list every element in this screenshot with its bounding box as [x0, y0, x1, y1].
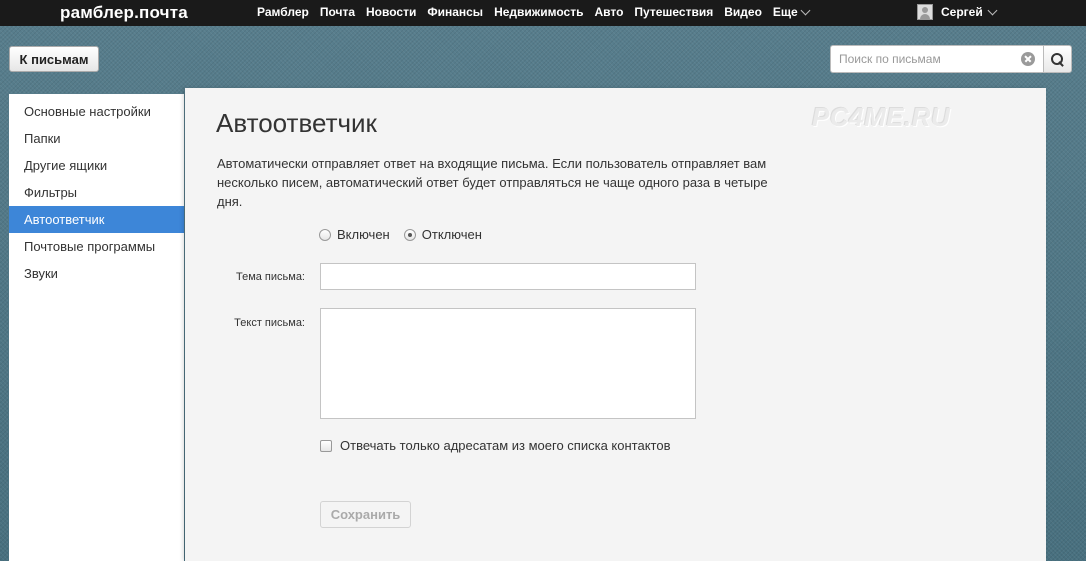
watermark: PC4ME.RU [812, 102, 951, 132]
nav-item-rambler[interactable]: Рамблер [257, 5, 309, 19]
sidebar-item-general[interactable]: Основные настройки [9, 98, 184, 125]
nav-item-travel[interactable]: Путешествия [634, 5, 713, 19]
body-label: Текст письма: [234, 317, 305, 329]
nav-item-realty[interactable]: Недвижимость [494, 5, 583, 19]
status-radio-group: Включен Отключен [319, 227, 482, 242]
radio-off[interactable] [403, 228, 416, 241]
top-bar: рамблер.почта Рамблер Почта Новости Фина… [0, 0, 1086, 26]
search-input[interactable] [830, 45, 1043, 73]
page-title: Автоответчик [216, 108, 377, 138]
contacts-only-option[interactable]: Отвечать только адресатам из моего списк… [320, 438, 670, 453]
user-name-label: Сергей [941, 5, 983, 19]
chevron-down-icon [987, 5, 998, 15]
radio-option-off[interactable]: Отключен [403, 227, 482, 242]
nav-item-video[interactable]: Видео [724, 5, 762, 19]
search-button[interactable] [1043, 45, 1072, 73]
description: Автоматически отправляет ответ на входящ… [217, 156, 768, 209]
avatar [917, 4, 933, 20]
subject-field[interactable] [320, 263, 696, 290]
radio-on-label: Включен [337, 227, 390, 242]
body-field[interactable] [320, 308, 696, 419]
sidebar-item-mail-programs[interactable]: Почтовые программы [9, 233, 184, 260]
save-button[interactable]: Сохранить [320, 501, 411, 528]
radio-off-label: Отключен [421, 227, 482, 242]
chevron-down-icon [800, 5, 811, 15]
nav-more-label: Еще [772, 5, 798, 19]
radio-on[interactable] [319, 228, 331, 241]
sidebar-item-folders[interactable]: Папки [9, 125, 184, 152]
sidebar-item-filters[interactable]: Фильтры [9, 179, 184, 206]
logo[interactable]: рамблер.почта [60, 3, 188, 23]
user-menu[interactable]: Сергей [917, 4, 998, 20]
sidebar-item-sounds[interactable]: Звуки [9, 260, 184, 287]
subject-label: Тема письма: [235, 271, 305, 283]
contacts-only-checkbox[interactable] [320, 439, 332, 452]
clear-icon[interactable] [1021, 52, 1035, 66]
search-icon [1050, 52, 1065, 67]
settings-sidebar: Основные настройки Папки Другие ящики Фи… [9, 94, 184, 561]
nav-item-auto[interactable]: Авто [594, 5, 623, 19]
nav-item-mail[interactable]: Почта [320, 5, 355, 19]
sidebar-item-other-mailboxes[interactable]: Другие ящики [9, 152, 184, 179]
settings-panel: Автоответчик PC4ME.RU Автоматически отпр… [185, 88, 1046, 561]
radio-option-on[interactable]: Включен [319, 227, 390, 242]
nav-item-news[interactable]: Новости [366, 5, 416, 19]
nav-item-finance[interactable]: Финансы [427, 5, 483, 19]
search-box [830, 45, 1072, 73]
top-nav: Рамблер Почта Новости Финансы Недвижимос… [257, 5, 811, 19]
user-name[interactable]: Сергей [941, 5, 998, 19]
nav-item-more[interactable]: Еще [772, 5, 811, 19]
contacts-only-label: Отвечать только адресатам из моего списк… [340, 438, 671, 453]
back-to-mail-button[interactable]: К письмам [9, 46, 99, 72]
sidebar-item-autoresponder[interactable]: Автоответчик [9, 206, 184, 233]
